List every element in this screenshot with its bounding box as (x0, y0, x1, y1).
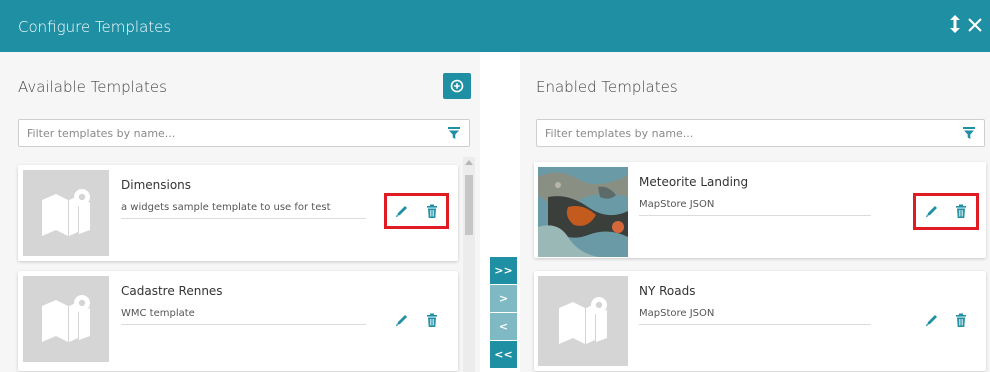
move-left-button[interactable]: < (490, 313, 517, 340)
template-card-ny-roads[interactable]: NY Roads MapStore JSON (534, 271, 986, 371)
available-scrollbar[interactable] (463, 157, 475, 372)
template-description: MapStore JSON (639, 199, 871, 216)
available-filter-field (18, 119, 470, 147)
template-name: Cadastre Rennes (121, 284, 223, 298)
move-right-button[interactable]: > (490, 285, 517, 312)
funnel-icon[interactable] (447, 126, 461, 140)
pencil-icon[interactable] (394, 203, 410, 219)
template-thumbnail (23, 276, 109, 362)
template-description: MapStore JSON (639, 308, 871, 325)
map-placeholder-icon (559, 297, 607, 344)
available-templates-panel: Available Templates Dimensions a widgets… (0, 52, 480, 372)
pencil-icon[interactable] (924, 312, 940, 328)
vertical-resize-icon[interactable] (945, 14, 965, 38)
trash-icon[interactable] (953, 312, 969, 328)
available-templates-title: Available Templates (18, 78, 167, 96)
map-placeholder-icon (42, 295, 90, 342)
available-filter-input[interactable] (19, 120, 439, 146)
template-name: Dimensions (121, 178, 192, 192)
template-description: WMC template (121, 308, 366, 325)
template-thumbnail (538, 167, 628, 257)
map-placeholder-icon (42, 189, 90, 236)
template-card-dimensions[interactable]: Dimensions a widgets sample template to … (18, 165, 458, 261)
template-thumbnail (538, 276, 628, 366)
enabled-filter-input[interactable] (537, 120, 954, 146)
scroll-up-icon[interactable] (465, 160, 473, 165)
move-all-right-button[interactable]: >> (490, 257, 517, 284)
pencil-icon[interactable] (924, 203, 940, 219)
move-all-left-button[interactable]: << (490, 341, 517, 368)
trash-icon[interactable] (953, 203, 969, 219)
trash-icon[interactable] (424, 203, 440, 219)
modal-header: Configure Templates (0, 0, 990, 52)
add-template-button[interactable] (443, 73, 471, 99)
funnel-icon[interactable] (962, 126, 976, 140)
enabled-filter-field (536, 119, 985, 147)
template-card-cadastre-rennes[interactable]: Cadastre Rennes WMC template (18, 271, 458, 371)
template-name: Meteorite Landing (639, 175, 749, 189)
plus-circle-icon (450, 79, 464, 93)
template-thumbnail (23, 170, 109, 256)
map-image-thumbnail (538, 167, 628, 257)
pencil-icon[interactable] (394, 312, 410, 328)
template-description: a widgets sample template to use for tes… (121, 202, 366, 219)
enabled-templates-title: Enabled Templates (536, 78, 678, 96)
trash-icon[interactable] (424, 312, 440, 328)
enabled-templates-panel: Enabled Templates Meteorite Landing MapS… (520, 52, 990, 372)
template-card-meteorite-landing[interactable]: Meteorite Landing MapStore JSON (534, 162, 986, 258)
scrollbar-thumb[interactable] (465, 175, 473, 235)
close-icon[interactable] (965, 14, 985, 38)
highlight-box (913, 193, 979, 230)
modal-title: Configure Templates (18, 18, 172, 36)
template-name: NY Roads (639, 284, 696, 298)
